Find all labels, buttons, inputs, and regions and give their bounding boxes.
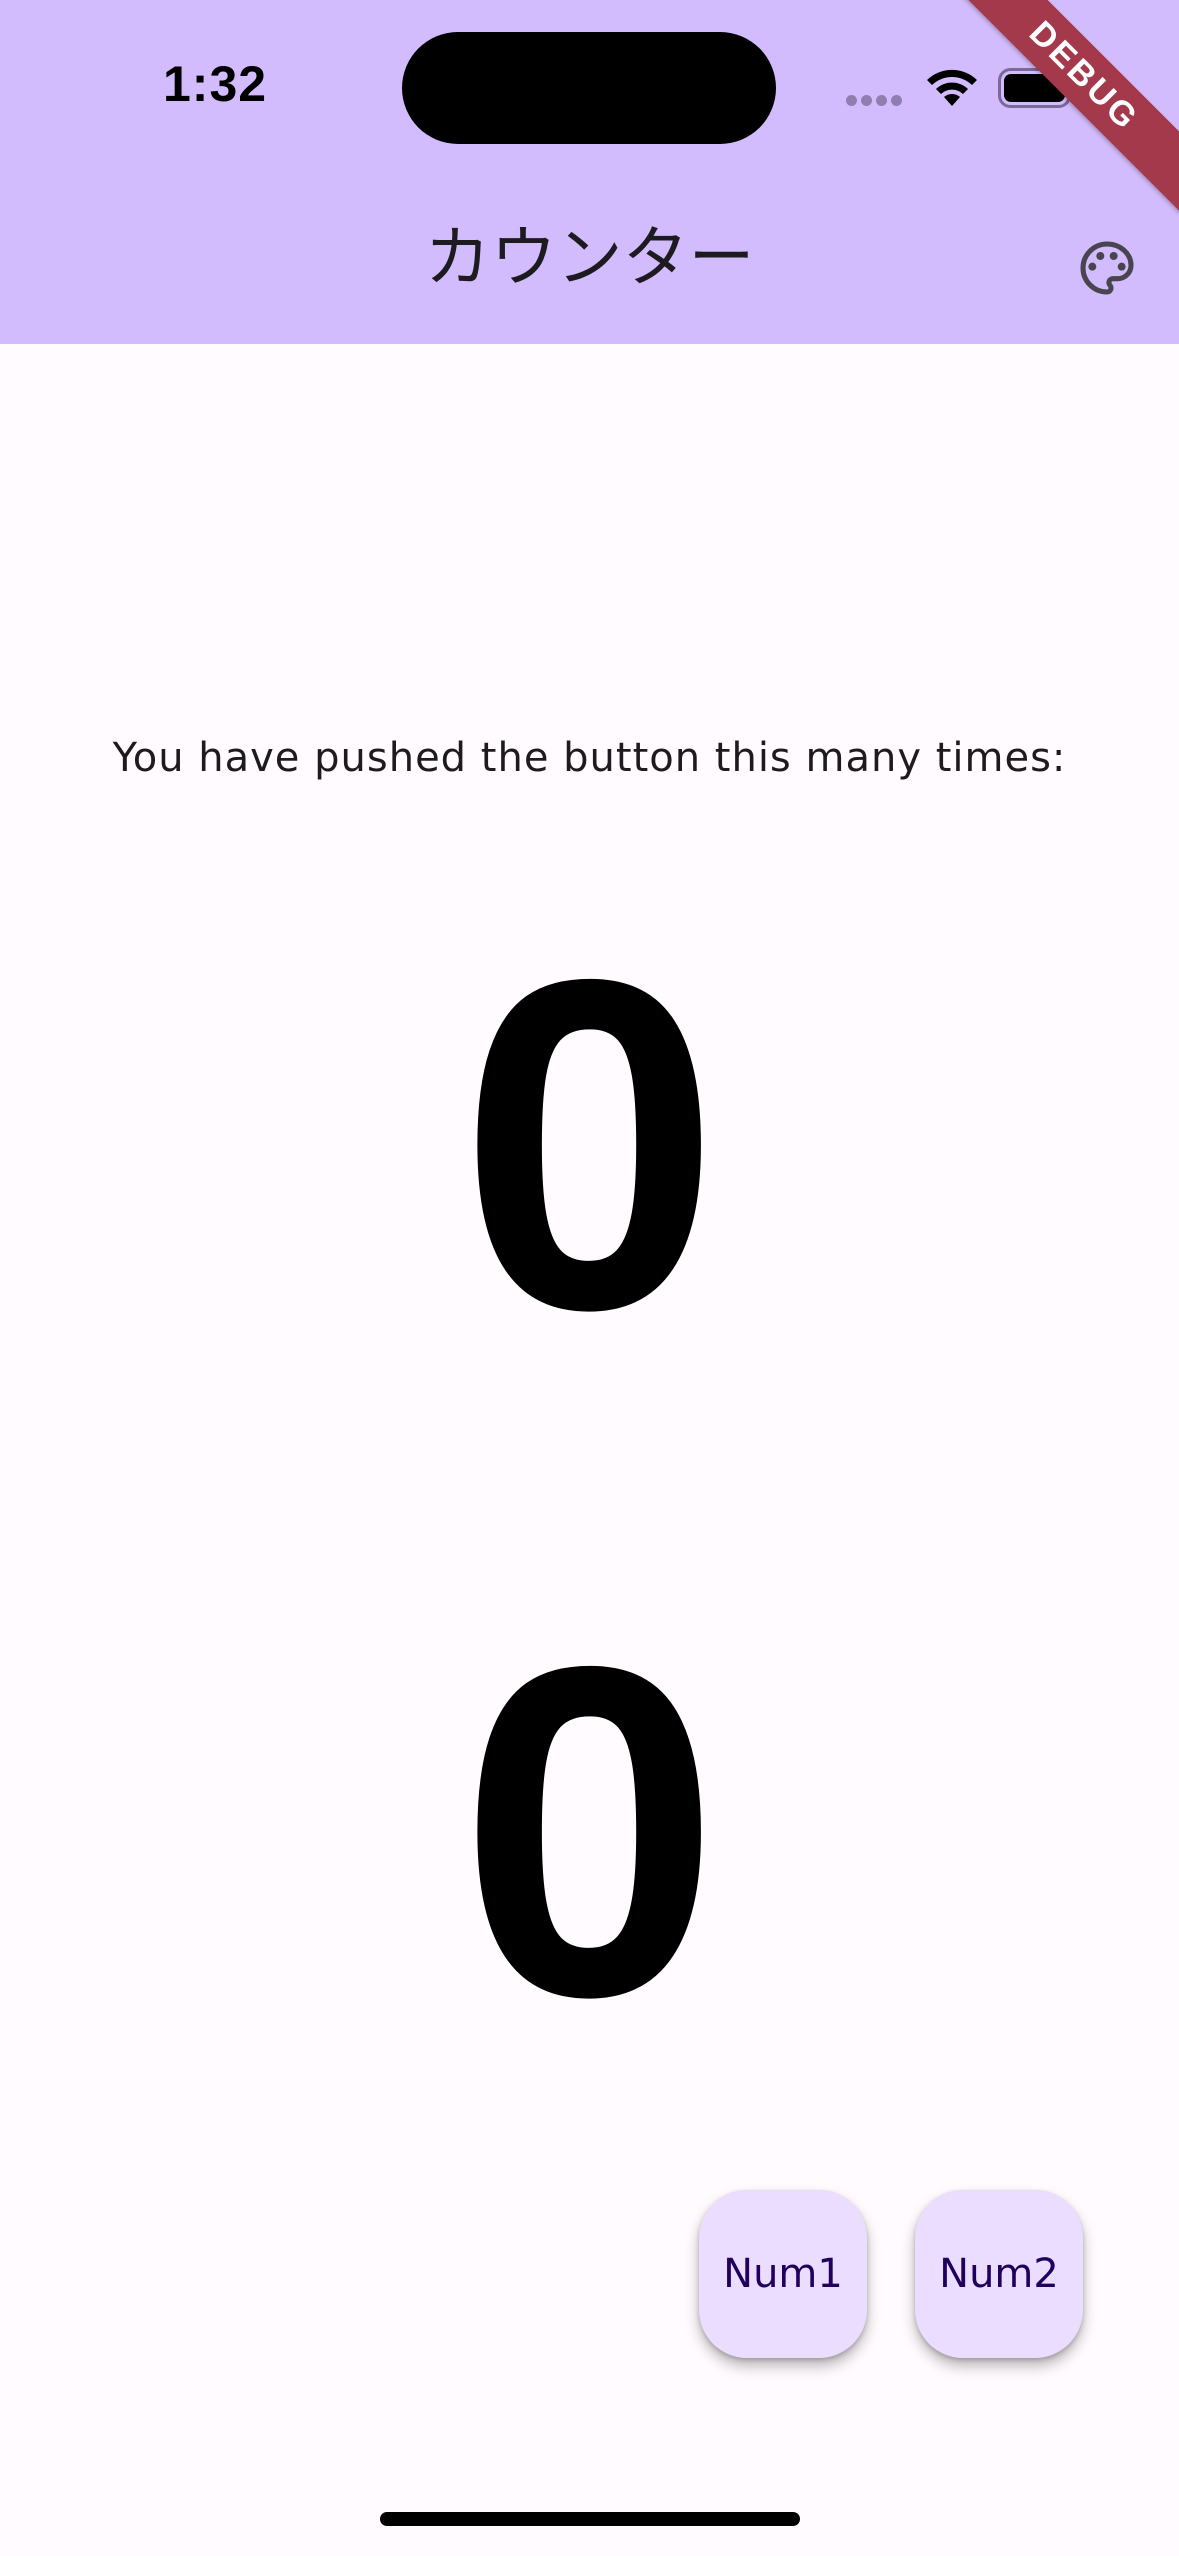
status-time: 1:32 [163,56,268,112]
num2-button[interactable]: Num2 [915,2190,1083,2358]
theme-palette-button[interactable] [1065,226,1149,310]
home-indicator[interactable] [380,2512,800,2526]
page-title: カウンター [424,219,755,296]
app-bar: 1:32 DEBUG カウンター [0,0,1179,344]
palette-icon [1080,241,1134,295]
num1-button[interactable]: Num1 [699,2190,867,2358]
counter-prompt: You have pushed the button this many tim… [112,735,1067,781]
wifi-icon [927,69,977,106]
num1-button-label: Num1 [723,2251,843,2297]
dynamic-island [402,32,776,144]
num2-button-label: Num2 [939,2251,1059,2297]
cellular-dots-icon [846,95,902,106]
counter-value-2: 0 [458,1569,721,2094]
counter-value-1: 0 [458,882,721,1407]
